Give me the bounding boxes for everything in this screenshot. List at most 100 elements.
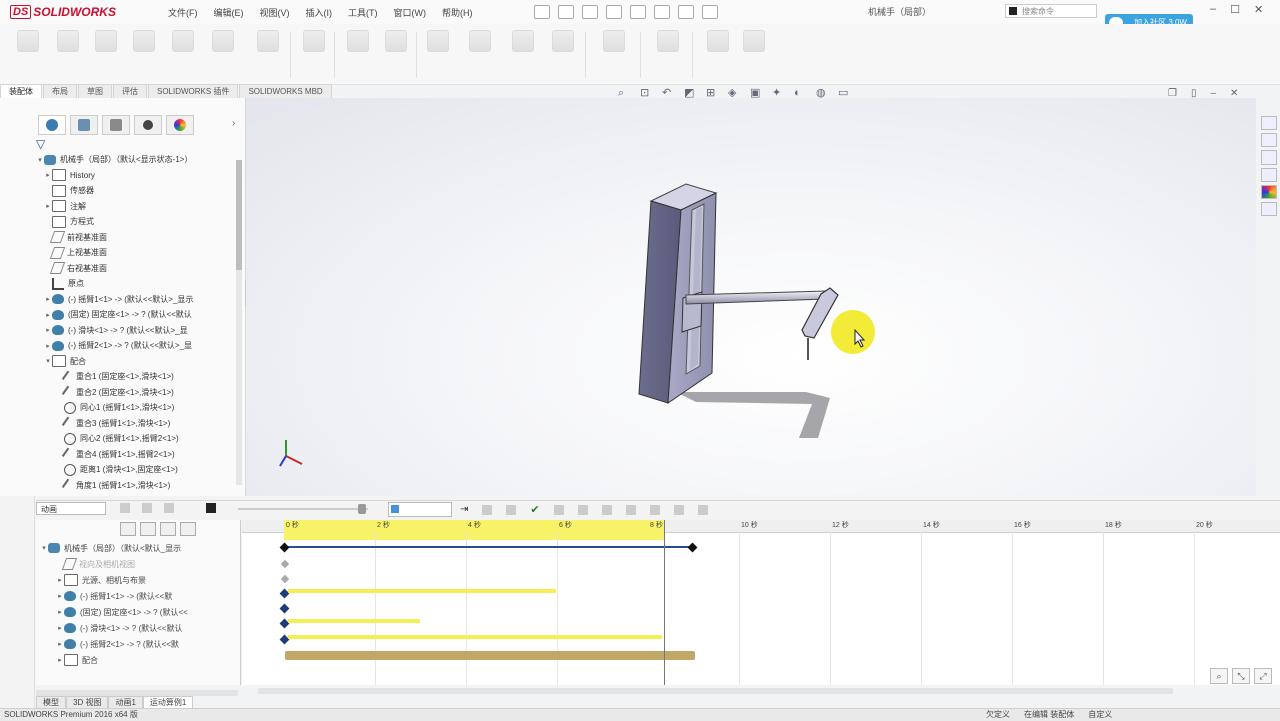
view-orientation-icon[interactable]: ◈ xyxy=(728,88,741,99)
zoom-out-icon[interactable]: ⤡ xyxy=(1232,668,1250,684)
zoom-area-icon[interactable]: ⊡ xyxy=(640,88,653,99)
motion-row-lights[interactable]: ▸ 光源、相机与布景 xyxy=(36,572,240,588)
tab-layout[interactable]: 布局 xyxy=(43,84,77,99)
tree-item-mate[interactable]: 重合3 (摇臂1<1>,滑块<1>) xyxy=(36,416,240,432)
add-key-icon[interactable]: ✔ xyxy=(530,503,539,516)
tree-item-annotations[interactable]: ▸ 注解 xyxy=(36,199,240,215)
tree-item-mate[interactable]: 重合4 (摇臂1<1>,摇臂2<1>) xyxy=(36,447,240,463)
edit-appearance-icon[interactable]: ◐ xyxy=(794,88,807,99)
motion-row-mates[interactable]: ▸ 配合 xyxy=(36,652,240,668)
tree-scrollbar[interactable] xyxy=(236,160,242,485)
tree-item-mate[interactable]: 重合1 (固定座<1>,滑块<1>) xyxy=(36,369,240,385)
filter-results-icon[interactable] xyxy=(180,522,196,536)
display-tab[interactable] xyxy=(166,115,194,135)
time-cursor[interactable] xyxy=(664,520,665,685)
view-settings-icon[interactable]: ▭ xyxy=(838,88,851,99)
display-style-icon[interactable]: ▣ xyxy=(750,88,763,99)
damper-icon[interactable] xyxy=(601,504,612,515)
motion-row-rocker1[interactable]: ▸ (-) 摇臂1<1> -> (默认<<默 xyxy=(36,588,240,604)
ribbon-button-14[interactable] xyxy=(545,30,581,80)
zoom-to-fit-icon[interactable]: ⌕ xyxy=(618,88,631,99)
dimxpert-tab[interactable] xyxy=(134,115,162,135)
section-view-icon[interactable]: ◩ xyxy=(684,88,697,99)
tree-item-history[interactable]: ▸ History xyxy=(36,168,240,184)
tree-item-sensors[interactable]: 传感器 xyxy=(36,183,240,199)
previous-view-icon[interactable]: ↶ xyxy=(662,88,675,99)
ribbon-button-8[interactable] xyxy=(296,30,332,80)
motion-row-root[interactable]: ▾ 机械手（局部）（默认<默认_显示 xyxy=(36,540,240,556)
ribbon-button-15[interactable] xyxy=(596,30,632,80)
ribbon-button-9[interactable] xyxy=(340,30,376,80)
open-icon[interactable] xyxy=(558,5,574,19)
property-tab[interactable] xyxy=(70,115,98,135)
filter-driving-icon[interactable] xyxy=(140,522,156,536)
menu-tools[interactable]: 工具(T) xyxy=(340,4,386,21)
tree-item-mate[interactable]: 同心2 (摇臂1<1>,摇臂2<1>) xyxy=(36,431,240,447)
ribbon-button-13[interactable] xyxy=(505,30,541,80)
filter-animated-icon[interactable] xyxy=(120,522,136,536)
ribbon-button-16[interactable] xyxy=(650,30,686,80)
zoom-fit-icon[interactable]: ⤢ xyxy=(1254,668,1272,684)
chevron-down-icon[interactable]: ▾ xyxy=(36,156,44,164)
ribbon-button-5[interactable] xyxy=(165,30,201,80)
rebuild-icon[interactable] xyxy=(678,5,694,19)
ribbon-button-3[interactable] xyxy=(88,30,124,80)
force-icon[interactable] xyxy=(625,504,636,515)
design-library-icon[interactable] xyxy=(1261,133,1277,148)
animation-wizard-icon[interactable] xyxy=(482,504,493,515)
options-icon[interactable] xyxy=(702,5,718,19)
hide-show-icon[interactable]: ✦ xyxy=(772,88,785,99)
tree-item-right-plane[interactable]: 右视基准面 xyxy=(36,261,240,277)
resources-icon[interactable] xyxy=(1261,116,1277,131)
config-tab[interactable] xyxy=(102,115,130,135)
menu-window[interactable]: 窗口(W) xyxy=(386,4,435,21)
tab-addins[interactable]: SOLIDWORKS 插件 xyxy=(148,84,239,99)
ribbon-button-7[interactable] xyxy=(250,30,286,80)
motion-row-slider[interactable]: ▸ (-) 滑块<1> -> ? (默认<<默认 xyxy=(36,620,240,636)
restore-view-icon[interactable]: ❐ xyxy=(1168,88,1177,99)
timeline[interactable] xyxy=(242,520,1280,685)
search-input[interactable]: 搜索命令 xyxy=(1005,4,1097,18)
zoom-in-icon[interactable]: ⌕ xyxy=(1210,668,1228,684)
tab-sketch[interactable]: 草图 xyxy=(78,84,112,99)
ribbon-button-4[interactable] xyxy=(126,30,162,80)
play-icon[interactable] xyxy=(164,503,174,513)
ribbon-button-18[interactable] xyxy=(736,30,772,80)
view-palette-icon[interactable] xyxy=(1261,167,1277,182)
motion-row-rocker2[interactable]: ▸ (-) 摇臂2<1> -> ? (默认<<默 xyxy=(36,636,240,652)
new-icon[interactable] xyxy=(534,5,550,19)
tree-item-top-plane[interactable]: 上视基准面 xyxy=(36,245,240,261)
calculate-icon[interactable] xyxy=(120,503,130,513)
tree-item-rocker2[interactable]: ▸ (-) 摇臂2<1> -> ? (默认<<默认>_显 xyxy=(36,338,240,354)
tree-item-slider[interactable]: ▸ (-) 滑块<1> -> ? (默认<<默认>_显 xyxy=(36,323,240,339)
menu-edit[interactable]: 编辑(E) xyxy=(206,4,252,21)
tree-item-mate[interactable]: 距离1 (滑块<1>,固定座<1>) xyxy=(36,462,240,478)
scene-icon[interactable]: ◍ xyxy=(816,88,829,99)
menu-insert[interactable]: 插入(I) xyxy=(298,4,341,21)
tree-item-front-plane[interactable]: 前视基准面 xyxy=(36,230,240,246)
ribbon-button-12[interactable] xyxy=(462,30,498,80)
chevron-right-icon[interactable]: › xyxy=(232,118,235,129)
tree-item-origin[interactable]: 原点 xyxy=(36,276,240,292)
close-view-icon[interactable]: ✕ xyxy=(1230,88,1238,99)
tree-item-mate[interactable]: 同心1 (摇臂1<1>,滑块<1>) xyxy=(36,400,240,416)
ribbon-button-1[interactable] xyxy=(10,30,46,80)
save-animation-icon[interactable]: ⇥ xyxy=(460,504,468,515)
menu-file[interactable]: 文件(F) xyxy=(160,4,206,21)
minimize-view-icon[interactable]: – xyxy=(1210,88,1216,99)
save-icon[interactable] xyxy=(582,5,598,19)
custom-properties-icon[interactable] xyxy=(1261,201,1277,217)
tree-item-mate[interactable]: 角度1 (摇臂1<1>,滑块<1>) xyxy=(36,478,240,494)
tree-item-rocker1[interactable]: ▸ (-) 摇臂1<1> -> (默认<<默认>_显示 xyxy=(36,292,240,308)
minimize-icon[interactable]: – xyxy=(1210,3,1216,16)
tree-item-equations[interactable]: 方程式 xyxy=(36,214,240,230)
maximize-icon[interactable]: ☐ xyxy=(1230,3,1240,16)
tree-scroll-thumb[interactable] xyxy=(236,160,242,270)
tab-evaluate[interactable]: 评估 xyxy=(113,84,147,99)
timeline-scrollbar[interactable] xyxy=(258,688,1173,694)
tree-item-mate[interactable]: 重合2 (固定座<1>,滑块<1>) xyxy=(36,385,240,401)
feature-tree-tab[interactable] xyxy=(38,115,66,135)
results-icon[interactable] xyxy=(697,504,708,515)
tab-assembly[interactable]: 装配体 xyxy=(0,84,42,99)
filter-selected-icon[interactable] xyxy=(160,522,176,536)
